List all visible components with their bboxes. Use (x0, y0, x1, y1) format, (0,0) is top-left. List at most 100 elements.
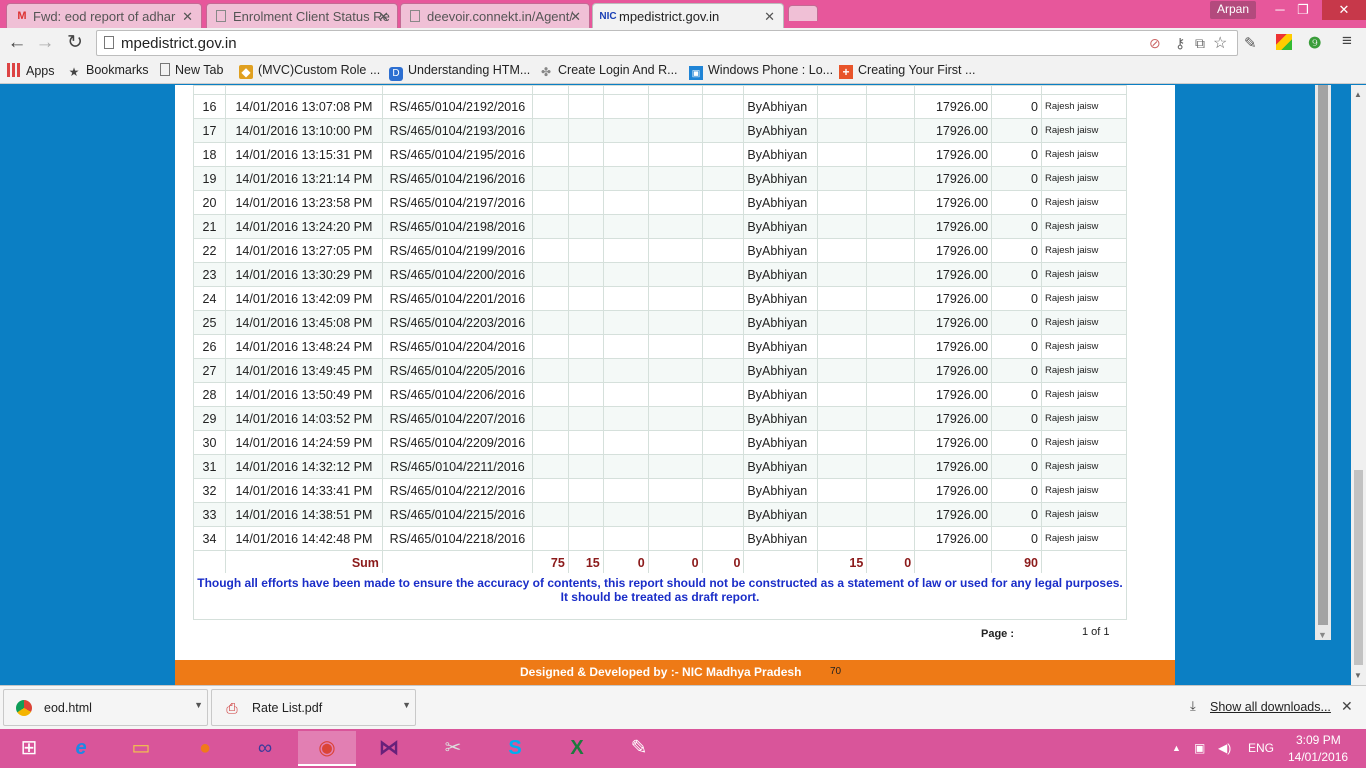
empty-cell (602, 118, 649, 143)
reload-icon[interactable]: ↻ (63, 32, 87, 54)
show-all-downloads-link[interactable]: Show all downloads... (1210, 700, 1331, 714)
paint-icon[interactable]: ✎ (610, 731, 668, 766)
empty-cell (567, 406, 604, 431)
chevron-down-icon[interactable]: ▼ (402, 700, 411, 710)
row-number: 33 (193, 502, 226, 527)
extension-icon[interactable] (1276, 34, 1292, 50)
snipping-tool-icon[interactable]: ✂ (424, 731, 482, 766)
row-mode: ByAbhiyan (743, 358, 819, 383)
tab-title: Fwd: eod report of adhar (33, 9, 176, 24)
download-item-eod[interactable]: eod.html ▼ (3, 689, 208, 726)
eyedropper-icon[interactable]: ✎ (1244, 34, 1257, 52)
table-row: 24 14/01/2016 13:42:09 PM RS/465/0104/2201… (193, 286, 1127, 311)
volume-icon[interactable]: ◀) (1218, 741, 1231, 755)
row-number: 34 (193, 526, 226, 551)
empty-cell (602, 382, 649, 407)
language-indicator[interactable]: ENG (1248, 741, 1274, 755)
start-icon[interactable]: ⊞ (0, 731, 58, 766)
row-mode: ByAbhiyan (743, 214, 819, 239)
close-icon[interactable]: ✕ (764, 9, 775, 25)
clock-time[interactable]: 3:09 PM (1296, 733, 1341, 747)
tab-enrolment[interactable]: Enrolment Client Status Re ✕ (206, 3, 398, 28)
maximize-button[interactable]: ❐ (1281, 0, 1325, 20)
disclaimer-line-2: It should be treated as draft report. (560, 590, 760, 604)
bookmark-creating-your-first[interactable]: + Creating Your First ... (839, 63, 975, 79)
bookmark-understanding-htm[interactable]: D Understanding HTM... (389, 63, 530, 81)
row-count: 0 (991, 118, 1042, 143)
firefox-icon[interactable]: ● (176, 731, 234, 766)
bookmark-bookmarks[interactable]: ★ Bookmarks (67, 63, 149, 79)
empty-cell (866, 214, 916, 239)
bookmark-windows-phone[interactable]: ▣ Windows Phone : Lo... (689, 63, 833, 80)
row-count: 0 (991, 310, 1042, 335)
address-bar[interactable]: mpedistrict.gov.in ⊘ ⚷ ⧉ ☆ (96, 30, 1238, 56)
row-application-id: RS/465/0104/2204/2016 (381, 334, 533, 359)
bookmark-apps[interactable]: Apps (7, 63, 55, 78)
close-icon[interactable]: ✕ (570, 9, 581, 25)
tray-expand-icon[interactable]: ▲ (1172, 743, 1181, 753)
empty-cell (866, 334, 916, 359)
key-icon[interactable]: ⚷ (1175, 35, 1185, 52)
back-arrow-icon[interactable]: ← (5, 32, 29, 54)
row-count: 0 (991, 286, 1042, 311)
chrome-icon[interactable]: ◉ (298, 731, 356, 766)
inner-scrollbar-thumb[interactable] (1318, 85, 1328, 625)
url-text: mpedistrict.gov.in (121, 35, 237, 52)
row-application-id: RS/465/0104/2196/2016 (381, 166, 533, 191)
empty-cell (647, 406, 703, 431)
row-operator: Rajesh jaisw (1041, 454, 1127, 479)
skype-icon[interactable]: S (486, 731, 544, 766)
scroll-down-arrow-icon[interactable]: ▼ (1354, 671, 1362, 680)
menu-icon[interactable]: ≡ (1342, 31, 1352, 51)
table-row: 33 14/01/2016 14:38:51 PM RS/465/0104/2215… (193, 502, 1127, 527)
profile-button[interactable]: Arpan (1210, 1, 1256, 19)
empty-cell (701, 94, 745, 119)
tab-deevoir[interactable]: deevoir.connekt.in/Agent/ ✕ (400, 3, 590, 28)
row-mode: ByAbhiyan (743, 334, 819, 359)
evernote-icon[interactable]: ❾ (1308, 34, 1321, 52)
chevron-down-icon[interactable]: ▼ (194, 700, 203, 710)
empty-cell (647, 310, 703, 335)
internet-explorer-icon[interactable]: e (52, 731, 110, 766)
empty-cell (817, 430, 868, 455)
pdf-icon: ⎙ (226, 700, 238, 716)
bookmark-create-login[interactable]: ✤ Create Login And R... (539, 63, 678, 79)
scrollbar-thumb[interactable] (1354, 470, 1363, 665)
visual-studio-icon[interactable]: ⋈ (360, 731, 418, 766)
row-count: 0 (991, 262, 1042, 287)
bookmark-mvc-custom-role[interactable]: ◆ (MVC)Custom Role ... (239, 63, 380, 79)
empty-cell (531, 382, 569, 407)
file-explorer-icon[interactable]: ▭ (112, 731, 170, 766)
empty-cell (531, 118, 569, 143)
bookmark-new-tab[interactable]: New Tab (160, 63, 223, 77)
empty-cell (866, 406, 916, 431)
star-icon[interactable]: ☆ (1213, 33, 1227, 53)
empty-cell (531, 454, 569, 479)
close-icon[interactable]: ✕ (182, 9, 193, 25)
translate-icon[interactable]: ⧉ (1195, 35, 1205, 52)
close-icon[interactable]: ✕ (378, 9, 389, 25)
row-date: 14/01/2016 13:23:58 PM (224, 190, 383, 215)
clock-date[interactable]: 14/01/2016 (1288, 750, 1348, 764)
blocked-icon[interactable]: ⊘ (1149, 35, 1161, 52)
row-date: 14/01/2016 14:42:48 PM (224, 526, 383, 551)
scroll-down-arrow-icon[interactable]: ▼ (1318, 630, 1327, 640)
page-scrollbar[interactable]: ▲ ▼ (1351, 85, 1366, 685)
forward-arrow-icon[interactable]: → (33, 32, 57, 54)
new-tab-button[interactable] (788, 5, 818, 21)
row-operator: Rajesh jaisw (1041, 406, 1127, 431)
empty-cell (743, 550, 819, 575)
close-icon[interactable]: ✕ (1341, 698, 1353, 715)
row-operator: Rajesh jaisw (1041, 526, 1127, 551)
tab-mpedistrict[interactable]: NIC mpedistrict.gov.in ✕ (592, 3, 784, 28)
excel-icon[interactable]: X (548, 731, 606, 766)
scroll-up-arrow-icon[interactable]: ▲ (1354, 90, 1362, 99)
network-icon[interactable]: ▣ (1194, 741, 1205, 755)
close-window-button[interactable]: ✕ (1322, 0, 1366, 20)
download-item-rate-list[interactable]: ⎙ Rate List.pdf ▼ (211, 689, 416, 726)
infinity-icon[interactable]: ∞ (236, 731, 294, 766)
row-amount: 17926.00 (914, 454, 993, 479)
tab-gmail[interactable]: M Fwd: eod report of adhar ✕ (6, 3, 202, 28)
empty-cell (701, 358, 745, 383)
row-amount: 17926.00 (914, 310, 993, 335)
